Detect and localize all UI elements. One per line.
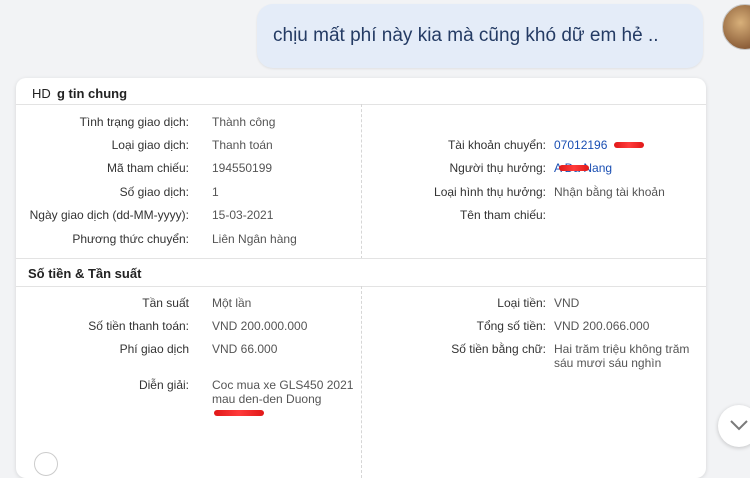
column-divider xyxy=(361,286,362,478)
row-value: 15-03-2021 xyxy=(212,208,274,222)
row-beneficiary: Người thụ hưởng: A Da Nang xyxy=(366,161,706,177)
row-value: Một lần xyxy=(212,296,252,310)
row-beneficiary-type: Loại hình thụ hưởng: Nhận bằng tài khoản xyxy=(366,185,706,201)
row-amount-in-words: Số tiền bằng chữ: Hai trăm triệu không t… xyxy=(366,342,706,374)
row-reference: Mã tham chiếu: 194550199 xyxy=(16,161,356,177)
row-currency: Loại tiền: VND xyxy=(366,296,706,312)
row-source-account: Tài khoản chuyển: 07012196 xyxy=(366,138,706,154)
row-value: Liên Ngân hàng xyxy=(212,232,297,246)
row-label: Ngày giao dịch (dd-MM-yyyy): xyxy=(29,208,189,222)
row-value: Thanh toán xyxy=(212,138,273,152)
row-description: Diễn giải: Coc mua xe GLS450 2021 mau de… xyxy=(16,378,361,424)
row-type: Loại giao dịch: Thanh toán xyxy=(16,138,356,154)
row-label: Người thụ hưởng: xyxy=(449,161,546,175)
row-value: VND 66.000 xyxy=(212,342,278,356)
row-date: Ngày giao dịch (dd-MM-yyyy): 15-03-2021 xyxy=(16,208,356,224)
row-label: Tên tham chiếu: xyxy=(459,208,546,222)
row-value: VND 200.000.000 xyxy=(212,319,308,333)
row-fee: Phí giao dịch VND 66.000 xyxy=(16,342,356,358)
row-label: Số giao dịch: xyxy=(119,185,189,199)
row-label: Tài khoản chuyển: xyxy=(447,138,546,152)
row-value[interactable]: 07012196 xyxy=(554,138,607,152)
column-divider xyxy=(361,104,362,259)
row-value: Coc mua xe GLS450 2021 mau den-den Duong xyxy=(212,378,354,406)
chevron-down-icon xyxy=(730,420,748,431)
row-payment-amount: Số tiền thanh toán: VND 200.000.000 xyxy=(16,319,356,335)
redaction-mark xyxy=(614,142,644,148)
section-title-general: g tin chung xyxy=(57,86,128,101)
row-status: Tình trạng giao dịch: Thành công xyxy=(16,115,356,131)
row-transaction-number: Số giao dịch: 1 xyxy=(16,185,356,201)
row-value: Thành công xyxy=(212,115,276,129)
row-label: Diễn giải: xyxy=(138,378,189,392)
row-value: 194550199 xyxy=(212,161,273,175)
row-label: Số tiền thanh toán: xyxy=(88,319,189,333)
row-label: Tổng số tiền: xyxy=(476,319,546,333)
row-label: Tình trạng giao dịch: xyxy=(79,115,189,129)
row-value: VND 200.066.000 xyxy=(554,319,650,333)
row-frequency: Tần suất Một lần xyxy=(16,296,356,312)
row-value: 1 xyxy=(212,185,219,199)
redaction-mark xyxy=(214,410,264,416)
section-divider xyxy=(16,258,706,259)
row-label: Loại tiền: xyxy=(497,296,546,310)
section-title-amount: Số tiền & Tần suất xyxy=(28,266,142,281)
row-total-amount: Tổng số tiền: VND 200.066.000 xyxy=(366,319,706,335)
row-label: Mã tham chiếu: xyxy=(106,161,189,175)
row-label: Loại giao dịch: xyxy=(111,138,189,152)
chat-message-bubble: chịu mất phí này kia mà cũng khó dữ em h… xyxy=(257,4,703,68)
row-value: VND xyxy=(554,296,580,310)
row-transfer-method: Phương thức chuyển: Liên Ngân hàng xyxy=(16,232,356,248)
row-label: Loại hình thụ hưởng: xyxy=(434,185,546,199)
transaction-detail-card: HD g tin chung Tình trạng giao dịch: Thà… xyxy=(16,78,706,478)
row-label: Tần suất xyxy=(142,296,189,310)
row-value: Nhận bằng tài khoản xyxy=(554,185,665,199)
row-label: Phương thức chuyển: xyxy=(72,232,189,246)
redaction-mark xyxy=(559,165,589,171)
avatar[interactable] xyxy=(722,4,750,50)
mini-action-button[interactable] xyxy=(34,452,58,476)
row-value: Hai trăm triệu không trăm sáu mươi sáu n… xyxy=(554,342,690,370)
scroll-down-button[interactable] xyxy=(718,405,750,447)
row-reference-name: Tên tham chiếu: xyxy=(366,208,706,224)
row-label: Số tiền bằng chữ: xyxy=(451,342,546,356)
row-label: Phí giao dịch xyxy=(119,342,189,356)
